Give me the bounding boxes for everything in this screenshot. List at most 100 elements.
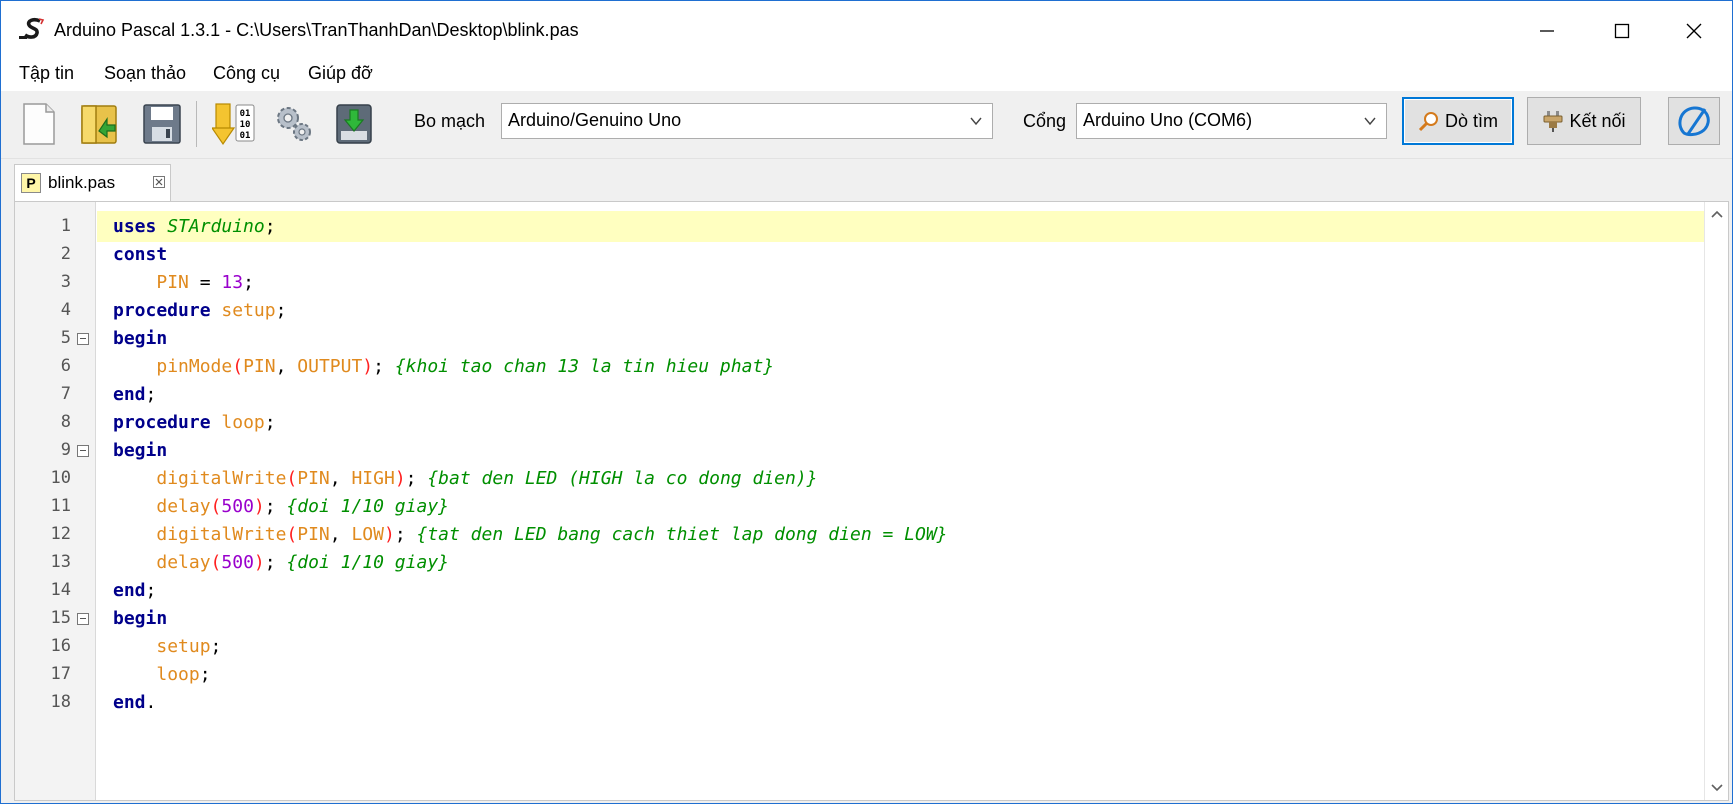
code-token: begin — [113, 440, 168, 461]
code-token: ( — [210, 552, 222, 573]
code-token: ) — [362, 356, 374, 377]
code-line-text: end. — [113, 687, 156, 718]
code-line[interactable]: pinMode(PIN, OUTPUT); {khoi tao chan 13 … — [97, 351, 1706, 382]
settings-icon — [277, 107, 311, 141]
code-line[interactable]: end; — [97, 575, 1706, 606]
fold-toggle-icon[interactable] — [77, 445, 89, 457]
code-line[interactable]: begin — [97, 603, 1706, 634]
code-token: {doi 1/10 giay} — [286, 552, 449, 573]
code-line[interactable]: loop; — [97, 659, 1706, 690]
code-token: ; — [264, 412, 276, 433]
code-token: {tat den LED bang cach thiet lap dong di… — [416, 524, 948, 545]
code-token: ; — [199, 664, 211, 685]
maximize-button[interactable] — [1589, 1, 1655, 61]
code-line[interactable]: begin — [97, 323, 1706, 354]
code-token: 500 — [221, 552, 254, 573]
fold-toggle-icon[interactable] — [77, 333, 89, 345]
menu-help[interactable]: Giúp đỡ — [308, 63, 373, 84]
code-token: procedure — [113, 300, 211, 321]
svg-text:01: 01 — [240, 131, 251, 141]
code-token: procedure — [113, 412, 211, 433]
window-title: Arduino Pascal 1.3.1 - C:\Users\TranThan… — [54, 20, 579, 40]
settings-button[interactable] — [271, 98, 317, 150]
line-number: 17 — [50, 664, 71, 684]
code-editor[interactable]: 1 2 3 4 5 6 7 8 9 10 11 12 13 14 15 16 17 18 uses STArdui… — [14, 201, 1729, 801]
save-icon — [143, 104, 181, 144]
code-token: ; — [264, 216, 276, 237]
code-line[interactable]: procedure loop; — [97, 407, 1706, 438]
svg-text:01: 01 — [240, 109, 251, 119]
code-line[interactable]: uses STArduino; — [97, 211, 1706, 242]
search-port-button[interactable]: Dò tìm — [1402, 97, 1514, 145]
code-line[interactable]: digitalWrite(PIN, LOW); {tat den LED ban… — [97, 519, 1706, 550]
line-number: 2 — [60, 244, 71, 264]
code-line[interactable]: PIN = 13; — [97, 267, 1706, 298]
tab-bar: P blink.pas — [1, 159, 1732, 201]
save-button[interactable] — [139, 98, 185, 150]
code-line[interactable]: delay(500); {doi 1/10 giay} — [97, 547, 1706, 578]
code-token: ; — [405, 468, 428, 489]
toolbar-separator — [196, 101, 197, 147]
code-line[interactable]: setup; — [97, 631, 1706, 662]
search-port-label: Dò tìm — [1444, 110, 1498, 131]
scroll-up-icon[interactable] — [1706, 206, 1728, 224]
menu-edit[interactable]: Soạn thảo — [104, 63, 186, 84]
line-number: 3 — [60, 272, 71, 292]
vertical-scrollbar[interactable] — [1704, 202, 1728, 800]
minimize-button[interactable] — [1514, 1, 1580, 61]
fold-toggle-icon[interactable] — [77, 613, 89, 625]
code-line[interactable]: const — [97, 239, 1706, 270]
code-token: loop — [221, 412, 265, 433]
code-line[interactable]: digitalWrite(PIN, HIGH); {bat den LED (H… — [97, 463, 1706, 494]
code-token: PIN — [297, 468, 330, 489]
serial-monitor-icon — [1678, 106, 1710, 137]
code-token: ( — [210, 496, 222, 517]
code-token: ; — [210, 636, 222, 657]
serial-monitor-button[interactable] — [1668, 97, 1720, 145]
port-select[interactable]: Arduino Uno (COM6) — [1076, 103, 1387, 139]
code-line-text: pinMode(PIN, OUTPUT); {khoi tao chan 13 … — [113, 351, 774, 382]
menu-tools[interactable]: Công cụ — [213, 63, 280, 84]
menu-file[interactable]: Tập tin — [19, 63, 74, 84]
tab-label: blink.pas — [48, 173, 116, 192]
code-token: uses — [113, 216, 157, 237]
code-line[interactable]: begin — [97, 435, 1706, 466]
upload-button[interactable] — [331, 98, 377, 150]
title-bar: Arduino Pascal 1.3.1 - C:\Users\TranThan… — [1, 1, 1732, 61]
code-token: ; — [264, 552, 287, 573]
code-token: {bat den LED (HIGH la co dong dien)} — [427, 468, 818, 489]
line-number: 8 — [60, 412, 71, 432]
code-line-text: const — [113, 239, 167, 270]
code-line[interactable]: procedure setup; — [97, 295, 1706, 326]
tab-close-icon[interactable] — [153, 176, 165, 188]
line-number: 18 — [50, 692, 71, 712]
line-number: 13 — [50, 552, 71, 572]
open-button[interactable] — [77, 98, 123, 150]
code-token: ; — [243, 272, 254, 293]
code-token: ( — [232, 356, 244, 377]
connect-button[interactable]: Kết nối — [1527, 97, 1641, 145]
code-token: ) — [394, 468, 406, 489]
pascal-file-icon: P — [21, 173, 41, 193]
code-line[interactable]: end; — [97, 379, 1706, 410]
code-line[interactable]: end. — [97, 687, 1706, 718]
magnifier-icon — [1418, 112, 1438, 132]
code-line[interactable]: delay(500); {doi 1/10 giay} — [97, 491, 1706, 522]
code-token: ; — [275, 300, 287, 321]
code-line-text: end; — [113, 379, 156, 410]
tab-blink-pas[interactable]: P blink.pas — [14, 164, 171, 201]
scroll-down-icon[interactable] — [1706, 778, 1728, 796]
code-token: {khoi tao chan 13 la tin hieu phat} — [394, 356, 775, 377]
code-line-text: procedure loop; — [113, 407, 276, 438]
code-token: PIN — [156, 272, 189, 293]
board-select[interactable]: Arduino/Genuino Uno — [501, 103, 993, 139]
close-button[interactable] — [1661, 1, 1727, 61]
code-area[interactable]: uses STArduino; const PIN = 13; procedure … — [97, 202, 1706, 800]
new-file-button[interactable] — [16, 98, 62, 150]
code-token: , — [329, 468, 352, 489]
compile-button[interactable]: 01 10 01 — [211, 98, 257, 150]
code-token: ; — [145, 580, 157, 601]
